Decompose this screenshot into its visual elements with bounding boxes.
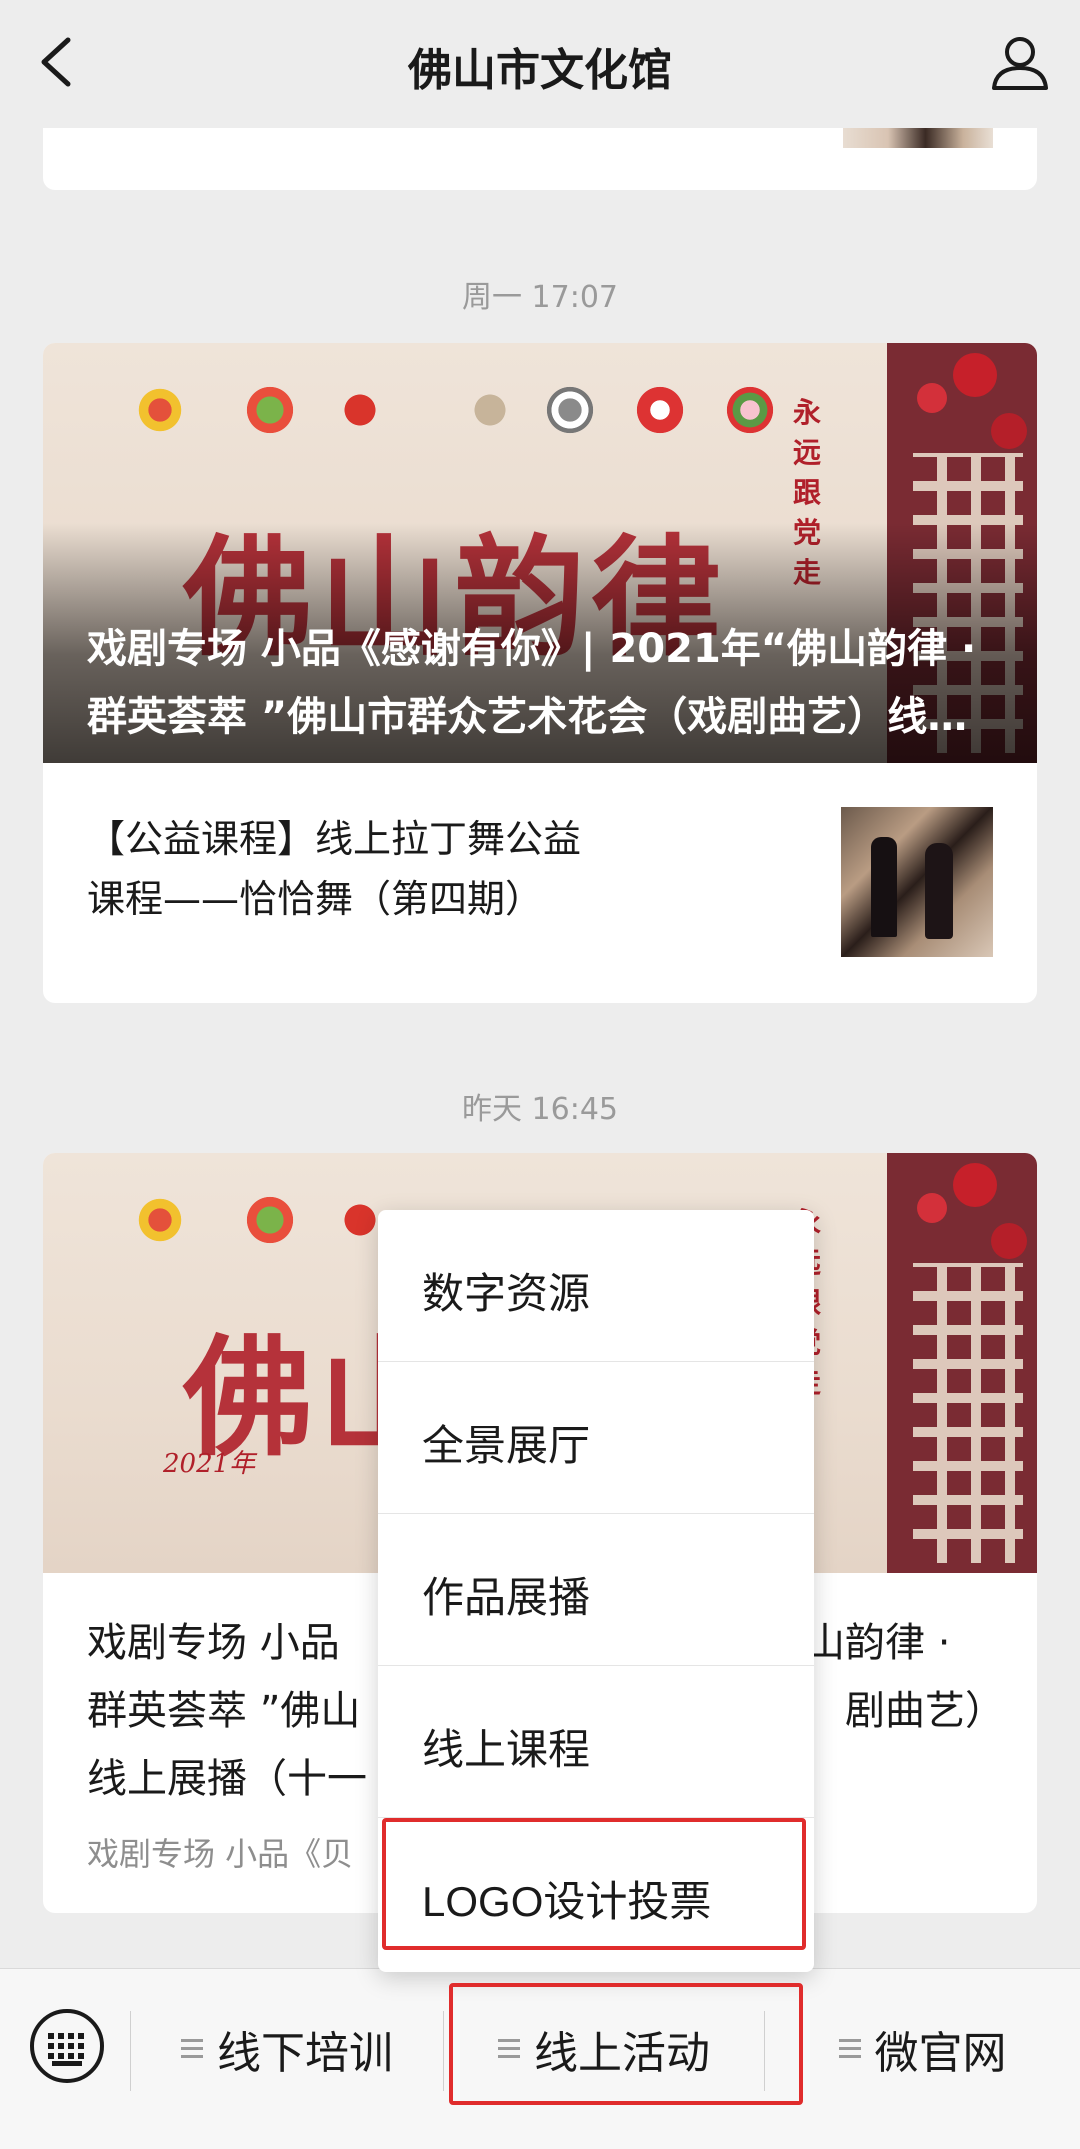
window-lattice-decoration bbox=[887, 1153, 1037, 1573]
tab-offline-training[interactable]: 线下培训 bbox=[131, 2009, 443, 2089]
message-timestamp: 周一 17:07 bbox=[462, 280, 618, 315]
menu-item-online-courses[interactable]: 线上课程 bbox=[378, 1666, 814, 1818]
top-nav-bar: 佛山市文化馆 bbox=[0, 0, 1080, 128]
menu-lines-icon bbox=[838, 2039, 861, 2059]
sub-article-item[interactable]: 【公益课程】线上拉丁舞公益课程——恰恰舞（第四期） bbox=[43, 763, 1037, 993]
highlight-box-logo-vote bbox=[382, 1818, 806, 1950]
article-card[interactable]: 永远跟党走 佛山韵律 戏剧专场 小品《感谢有你》| 2021年“佛山韵律 · 群… bbox=[43, 343, 1037, 1003]
sub-article-thumbnail bbox=[841, 807, 993, 957]
menu-item-works-showcase[interactable]: 作品展播 bbox=[378, 1514, 814, 1666]
highlight-box-online-activities bbox=[449, 1983, 803, 2105]
menu-item-panorama-hall[interactable]: 全景展厅 bbox=[378, 1362, 814, 1514]
article-digest: 戏剧专场 小品《贝 bbox=[87, 1835, 354, 1873]
tab-micro-website[interactable]: 微官网 bbox=[765, 2009, 1080, 2089]
poster-year: 2021年 bbox=[163, 1449, 256, 1479]
menu-lines-icon bbox=[181, 2039, 203, 2059]
article-title[interactable]: 戏剧专场 小品《感谢有你》| 2021年“佛山韵律 · 群英荟萃 ”佛山市群众艺… bbox=[87, 615, 997, 751]
cover-image[interactable]: 永远跟党走 佛山韵律 戏剧专场 小品《感谢有你》| 2021年“佛山韵律 · 群… bbox=[43, 343, 1037, 763]
person-icon[interactable] bbox=[988, 30, 1052, 94]
keyboard-icon[interactable] bbox=[30, 2009, 104, 2083]
message-timestamp: 昨天 16:45 bbox=[462, 1092, 618, 1127]
sponsor-logos: 永远跟党走 bbox=[133, 383, 837, 589]
page-title: 佛山市文化馆 bbox=[408, 45, 672, 96]
menu-item-digital-resources[interactable]: 数字资源 bbox=[378, 1210, 814, 1362]
sub-article-title[interactable]: 【公益课程】线上拉丁舞公益课程——恰恰舞（第四期） bbox=[87, 809, 587, 929]
